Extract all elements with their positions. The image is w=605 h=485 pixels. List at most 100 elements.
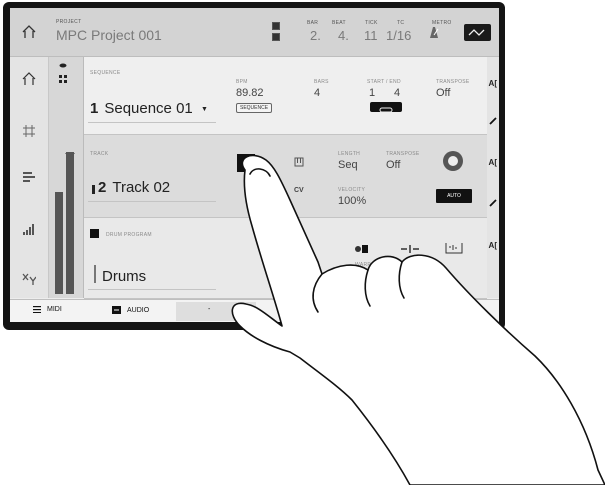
top-small-icon[interactable] (272, 33, 280, 41)
bars-value[interactable]: 4 (314, 87, 320, 99)
waveform-button[interactable] (464, 24, 491, 41)
bars-icon (23, 224, 34, 235)
audio-tab[interactable]: AUDIO (112, 306, 149, 314)
meter-bar-left (55, 192, 63, 294)
audio-label: AUDIO (127, 306, 150, 314)
project-label: PROJECT (56, 19, 82, 25)
bpm-value[interactable]: 89.82 (236, 87, 264, 99)
seq-transpose-label: TRANSPOSE (436, 79, 470, 85)
track-name: Track 02 (112, 179, 171, 196)
track-color-marker (92, 185, 95, 194)
sequence-name: Sequence 01 (104, 100, 193, 117)
waveform-icon (468, 29, 485, 36)
program-name[interactable]: Drums (102, 268, 146, 285)
pad-grid-icon (243, 160, 249, 166)
track-underline (88, 201, 216, 202)
bar-label: BAR (307, 20, 319, 26)
loop-icon (379, 107, 393, 113)
eye-icon[interactable] (59, 63, 67, 68)
record-arm-button[interactable] (442, 150, 464, 172)
sample-target-icon[interactable] (354, 244, 368, 254)
track-transpose-value[interactable]: Off (386, 159, 400, 171)
nav-grid-button[interactable] (21, 123, 37, 139)
warp-label: WARP (355, 262, 372, 268)
cv-track-button[interactable]: CV (294, 187, 304, 194)
program-row: DRUM PROGRAM Drums WARP SAMPL (84, 218, 487, 299)
home-icon (22, 72, 36, 85)
drum-program-icon (90, 229, 99, 238)
sample-label: SAMPL (351, 269, 370, 275)
pad-grid-icon[interactable] (59, 75, 67, 83)
track-row: TRACK 2 Track 02 CV LENGTH Seq TRANSPOSE … (84, 135, 487, 218)
drum-track-button[interactable] (237, 154, 255, 172)
sequence-label: SEQUENCE (90, 70, 121, 76)
velocity-value[interactable]: 100% (338, 195, 366, 207)
xy-icon (22, 273, 36, 285)
hash-icon (23, 125, 35, 137)
tc-value[interactable]: 1/16 (386, 28, 411, 43)
project-name[interactable]: MPC Project 001 (56, 27, 162, 43)
end-value[interactable]: 4 (394, 87, 400, 99)
top-small-icon[interactable] (272, 22, 280, 30)
menu-icon (33, 306, 41, 313)
length-value[interactable]: Seq (338, 159, 358, 171)
midi-tab[interactable]: MIDI (33, 306, 62, 313)
left-nav (10, 57, 49, 298)
plugin-track-icon[interactable] (259, 157, 269, 167)
bottom-bar: MIDI AUDIO - (10, 299, 499, 322)
loop-button[interactable] (370, 102, 402, 113)
keygroup-track-icon[interactable] (294, 157, 304, 167)
bpm-label: BPM (236, 79, 248, 85)
program-ai-button[interactable]: A[ (489, 241, 497, 250)
auto-button[interactable]: AUTO (436, 189, 472, 203)
track-ai-button[interactable]: A[ (489, 158, 497, 167)
track-number: 2 (98, 179, 107, 196)
right-column: A[ A[ A[ (487, 57, 499, 298)
tick-value[interactable]: 11 (364, 28, 378, 43)
length-label: LENGTH (338, 151, 361, 157)
metronome-icon[interactable] (428, 25, 440, 39)
beat-value[interactable]: 4. (338, 28, 349, 43)
list-icon (23, 172, 35, 182)
sequence-selector[interactable]: 1 Sequence 01 (90, 100, 193, 117)
velocity-label: VELOCITY (338, 187, 366, 193)
minus-label: - (208, 306, 211, 313)
program-underline (88, 289, 216, 290)
midi-label: MIDI (47, 306, 62, 313)
split-icon[interactable] (400, 244, 420, 254)
nav-xy-button[interactable] (21, 271, 37, 287)
seq-transpose-value[interactable]: Off (436, 87, 450, 99)
tick-label: TICK (365, 20, 378, 26)
meter-bar-right (66, 152, 74, 294)
track-transpose-label: TRANSPOSE (386, 151, 420, 157)
tc-label: TC (397, 20, 405, 26)
sequence-ai-button[interactable]: A[ (489, 79, 497, 88)
nav-main-button[interactable] (21, 71, 37, 87)
bottom-minus-button[interactable]: - (208, 306, 210, 313)
device-frame: PROJECT MPC Project 001 BAR 2. BEAT 4. T… (3, 2, 505, 330)
track-label: TRACK (90, 151, 109, 157)
audio-icon (112, 306, 121, 314)
start-value[interactable]: 1 (369, 87, 375, 99)
bar-value[interactable]: 2. (310, 28, 321, 43)
sequence-row: SEQUENCE 1 Sequence 01 ▼ BPM 89.82 SEQUEN… (84, 57, 487, 135)
top-bar: PROJECT MPC Project 001 BAR 2. BEAT 4. T… (10, 8, 499, 57)
nav-mixer-button[interactable] (21, 221, 37, 237)
sequence-number: 1 (90, 100, 99, 117)
start-end-label: START / END (367, 79, 401, 85)
pencil-icon[interactable] (489, 117, 497, 125)
waveform-edit-icon[interactable] (445, 242, 463, 254)
pencil-icon[interactable] (489, 199, 497, 207)
home-button[interactable] (10, 8, 48, 56)
dropdown-arrow-icon[interactable]: ▼ (201, 106, 208, 113)
screen: PROJECT MPC Project 001 BAR 2. BEAT 4. T… (10, 8, 499, 322)
bars-label: BARS (314, 79, 329, 85)
beat-label: BEAT (332, 20, 346, 26)
program-level-marker (94, 265, 96, 283)
track-selector[interactable]: 2 Track 02 (98, 179, 170, 196)
nav-list-button[interactable] (21, 169, 37, 185)
sequence-underline (88, 122, 216, 123)
program-type-label: DRUM PROGRAM (106, 232, 152, 238)
meter-strip (49, 57, 84, 298)
bpm-mode-button[interactable]: SEQUENCE (236, 103, 273, 113)
